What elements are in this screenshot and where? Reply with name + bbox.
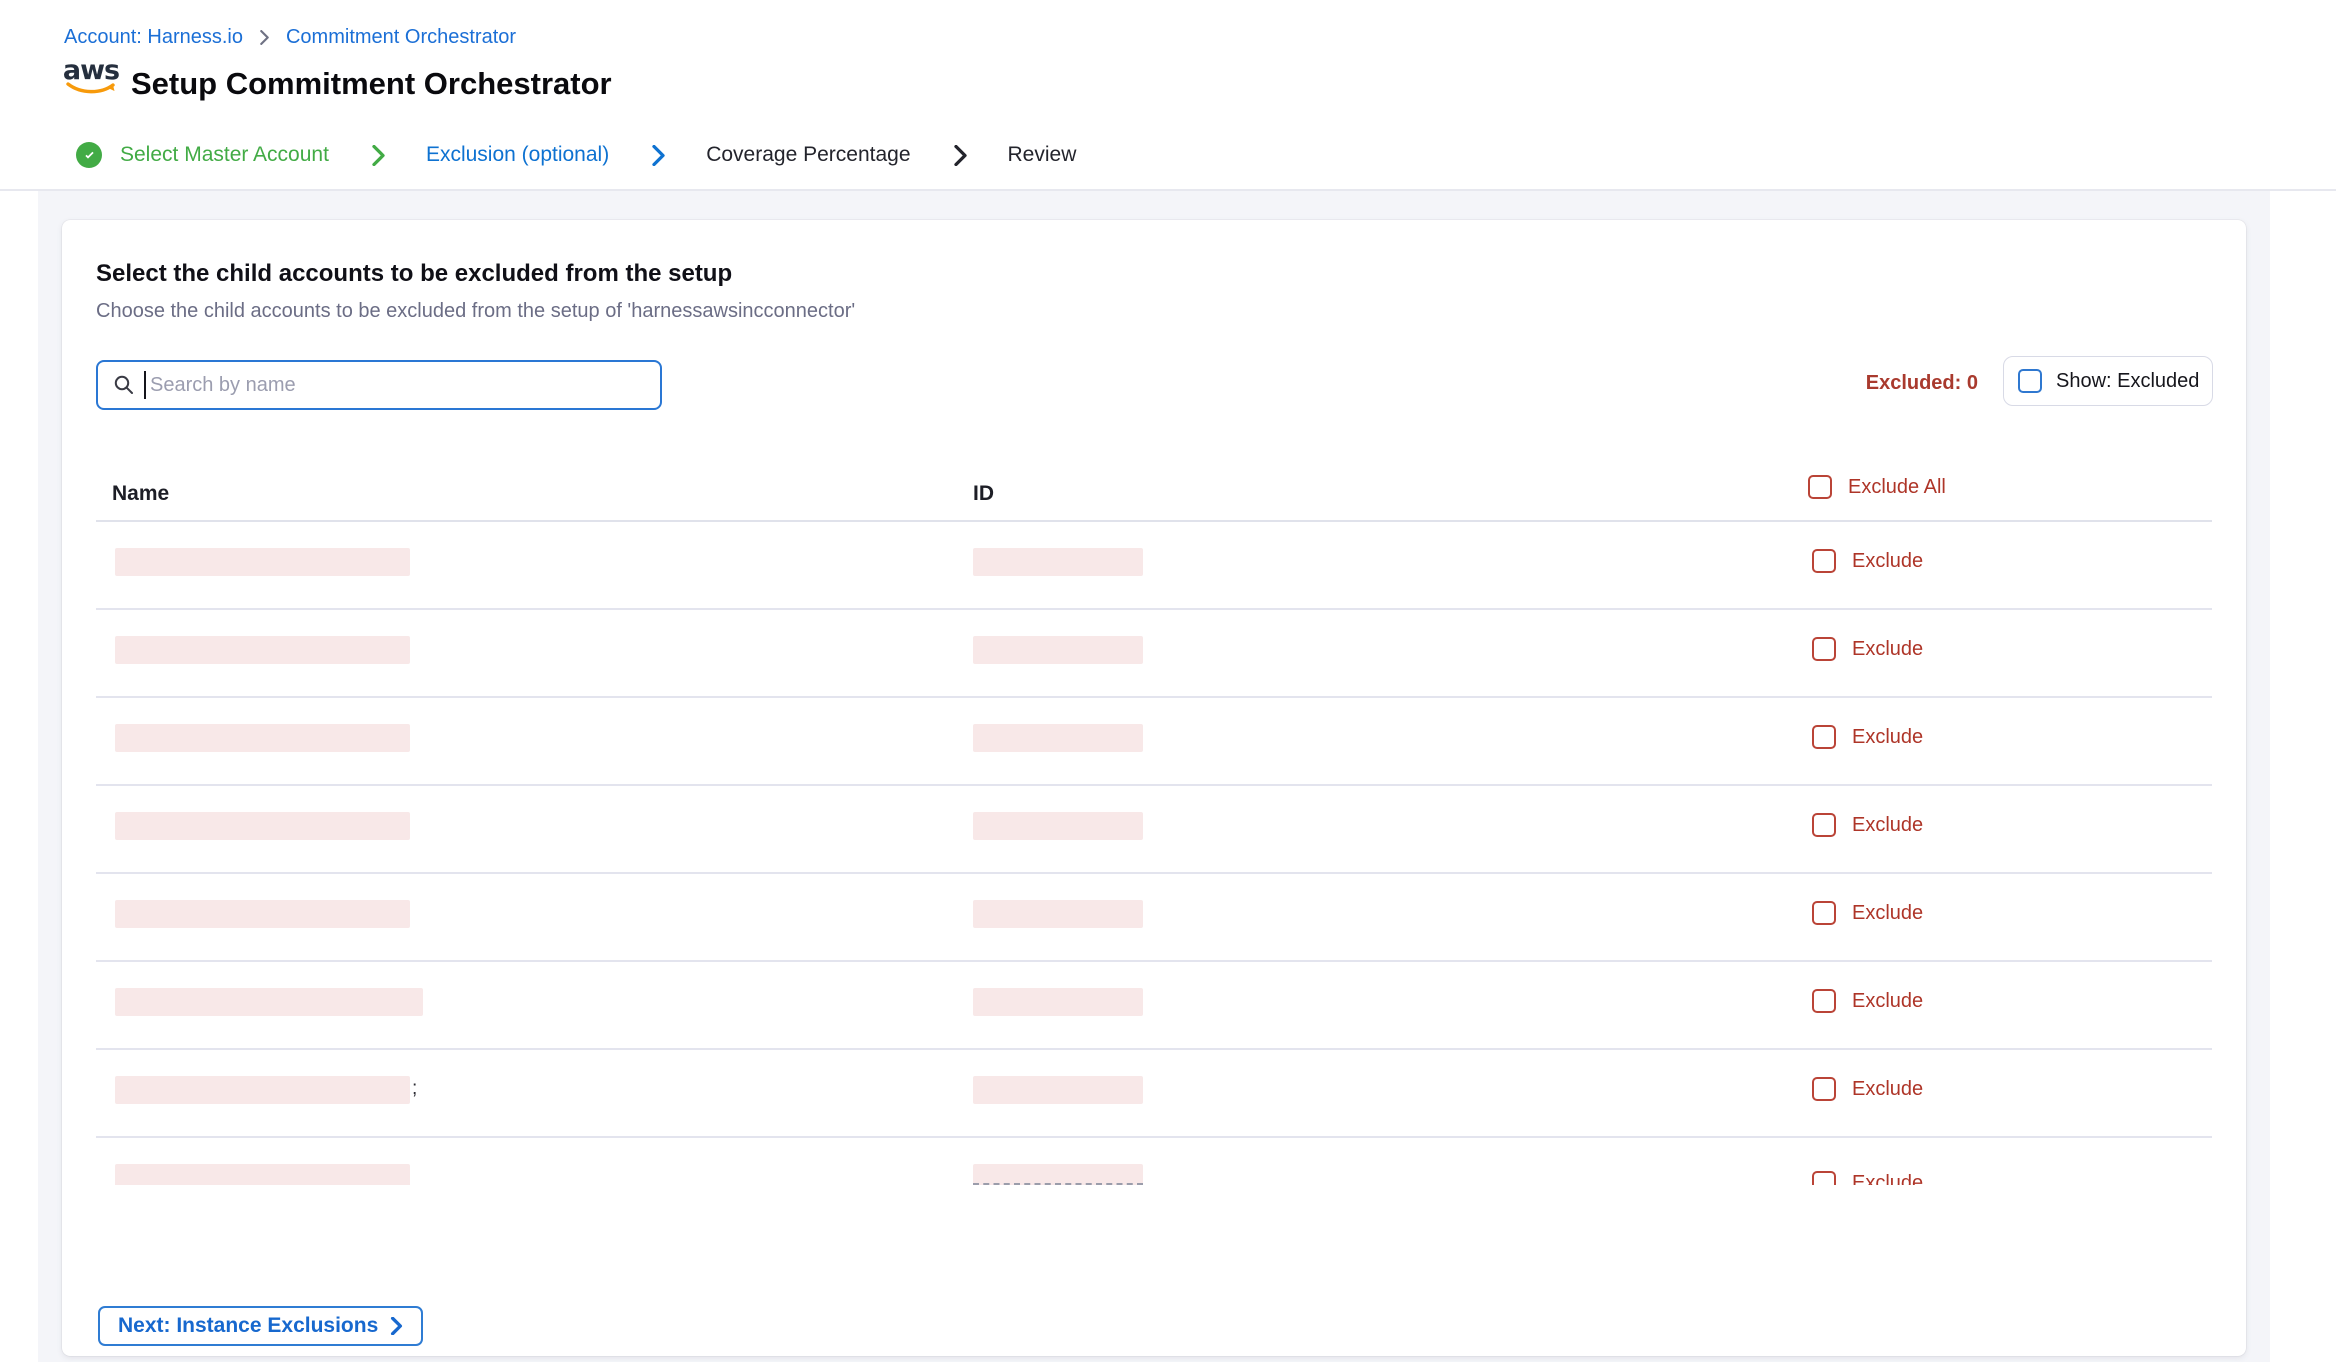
account-row: Exclude [96,874,2212,962]
account-row: Exclude [96,698,2212,786]
exclude-all-label: Exclude All [1848,476,1946,499]
excluded-count-label: Excluded: 0 [1866,372,1978,395]
redacted-name-bar [115,900,410,928]
column-header-name: Name [112,482,169,506]
page-title: Setup Commitment Orchestrator [131,66,612,102]
row-exclude-control: Exclude [1812,813,1923,837]
step-label: Select Master Account [120,143,329,167]
name-trailing-character: ; [412,1078,417,1100]
account-row: Exclude [96,610,2212,698]
exclude-checkbox[interactable] [1812,813,1836,837]
row-exclude-control: Exclude [1812,637,1923,661]
step-exclusion[interactable]: Exclusion (optional) [426,143,666,167]
step-label: Coverage Percentage [706,143,910,167]
account-row: Exclude ; [96,1050,2212,1138]
exclude-checkbox[interactable] [1812,989,1836,1013]
exclude-checkbox[interactable] [1812,637,1836,661]
redacted-name-bar [115,988,423,1016]
search-field-wrap [96,360,662,410]
exclude-label: Exclude [1852,1078,1923,1101]
column-header-id: ID [973,482,994,506]
row-exclude-control: Exclude [1812,1171,1923,1185]
next-button-label: Next: Instance Exclusions [118,1314,378,1338]
redacted-id-bar [973,636,1143,664]
exclude-all-checkbox[interactable] [1808,475,1832,499]
row-exclude-control: Exclude [1812,901,1923,925]
redacted-name-bar [115,1076,410,1104]
exclude-label: Exclude [1852,638,1923,661]
redacted-id-bar [973,548,1143,576]
exclude-all-control: Exclude All [1808,475,1946,499]
accounts-table-scroll-area[interactable]: Exclude Exclude Exclude Exclude Exclude [96,522,2212,1185]
account-row: Exclude [96,1138,2212,1185]
step-label: Exclusion (optional) [426,143,609,167]
exclude-checkbox[interactable] [1812,1077,1836,1101]
redacted-id-bar [973,1076,1143,1104]
exclude-checkbox[interactable] [1812,549,1836,573]
aws-logo-text: aws [63,55,119,86]
search-icon [112,373,136,402]
row-exclude-control: Exclude [1812,989,1923,1013]
panel-heading: Select the child accounts to be excluded… [96,260,732,288]
next-instance-exclusions-button[interactable]: Next: Instance Exclusions [98,1306,423,1346]
chevron-right-icon [651,145,666,166]
exclude-label: Exclude [1852,814,1923,837]
setup-stepper: Select Master Account Exclusion (optiona… [76,135,1076,175]
account-row: Exclude [96,522,2212,610]
breadcrumb-account-link[interactable]: Account: Harness.io [64,26,243,49]
chevron-right-icon [390,1317,403,1335]
exclude-checkbox[interactable] [1812,1171,1836,1185]
redacted-name-bar [115,812,410,840]
step-review[interactable]: Review [1008,143,1077,167]
row-exclude-control: Exclude [1812,1077,1923,1101]
row-exclude-control: Exclude [1812,725,1923,749]
page-header: Account: Harness.io Commitment Orchestra… [0,0,2336,190]
account-row: Exclude [96,786,2212,874]
exclude-label: Exclude [1852,990,1923,1013]
redacted-name-bar [115,724,410,752]
step-coverage-percentage[interactable]: Coverage Percentage [706,143,967,167]
aws-logo: aws [62,58,120,95]
chevron-right-icon [371,145,386,166]
exclude-checkbox[interactable] [1812,725,1836,749]
redacted-name-bar [115,636,410,664]
panel-subheading: Choose the child accounts to be excluded… [96,300,855,323]
breadcrumb: Account: Harness.io Commitment Orchestra… [64,26,516,49]
exclude-checkbox[interactable] [1812,901,1836,925]
show-excluded-checkbox[interactable] [2018,369,2042,393]
row-exclude-control: Exclude [1812,549,1923,573]
step-label: Review [1008,143,1077,167]
search-input[interactable] [96,360,662,410]
show-excluded-label: Show: Excluded [2056,370,2199,393]
show-excluded-toggle[interactable]: Show: Excluded [2003,356,2213,406]
breadcrumb-page-link[interactable]: Commitment Orchestrator [286,26,516,49]
chevron-right-icon [953,145,968,166]
commitment-orchestrator-page: Account: Harness.io Commitment Orchestra… [0,0,2336,1362]
account-row: Exclude [96,962,2212,1050]
text-caret [144,371,146,399]
redacted-name-bar [115,548,410,576]
redacted-id-bar [973,812,1143,840]
redacted-id-bar [973,1164,1143,1185]
exclude-label: Exclude [1852,550,1923,573]
redacted-id-bar [973,724,1143,752]
redacted-id-bar [973,900,1143,928]
exclude-label: Exclude [1852,1172,1923,1186]
chevron-right-icon [259,30,270,45]
redacted-name-bar [115,1164,410,1185]
step-select-master-account[interactable]: Select Master Account [76,142,386,168]
check-circle-icon [76,142,102,168]
exclude-label: Exclude [1852,726,1923,749]
exclusion-panel: Select the child accounts to be excluded… [62,220,2246,1356]
redacted-id-bar [973,988,1143,1016]
exclude-label: Exclude [1852,902,1923,925]
